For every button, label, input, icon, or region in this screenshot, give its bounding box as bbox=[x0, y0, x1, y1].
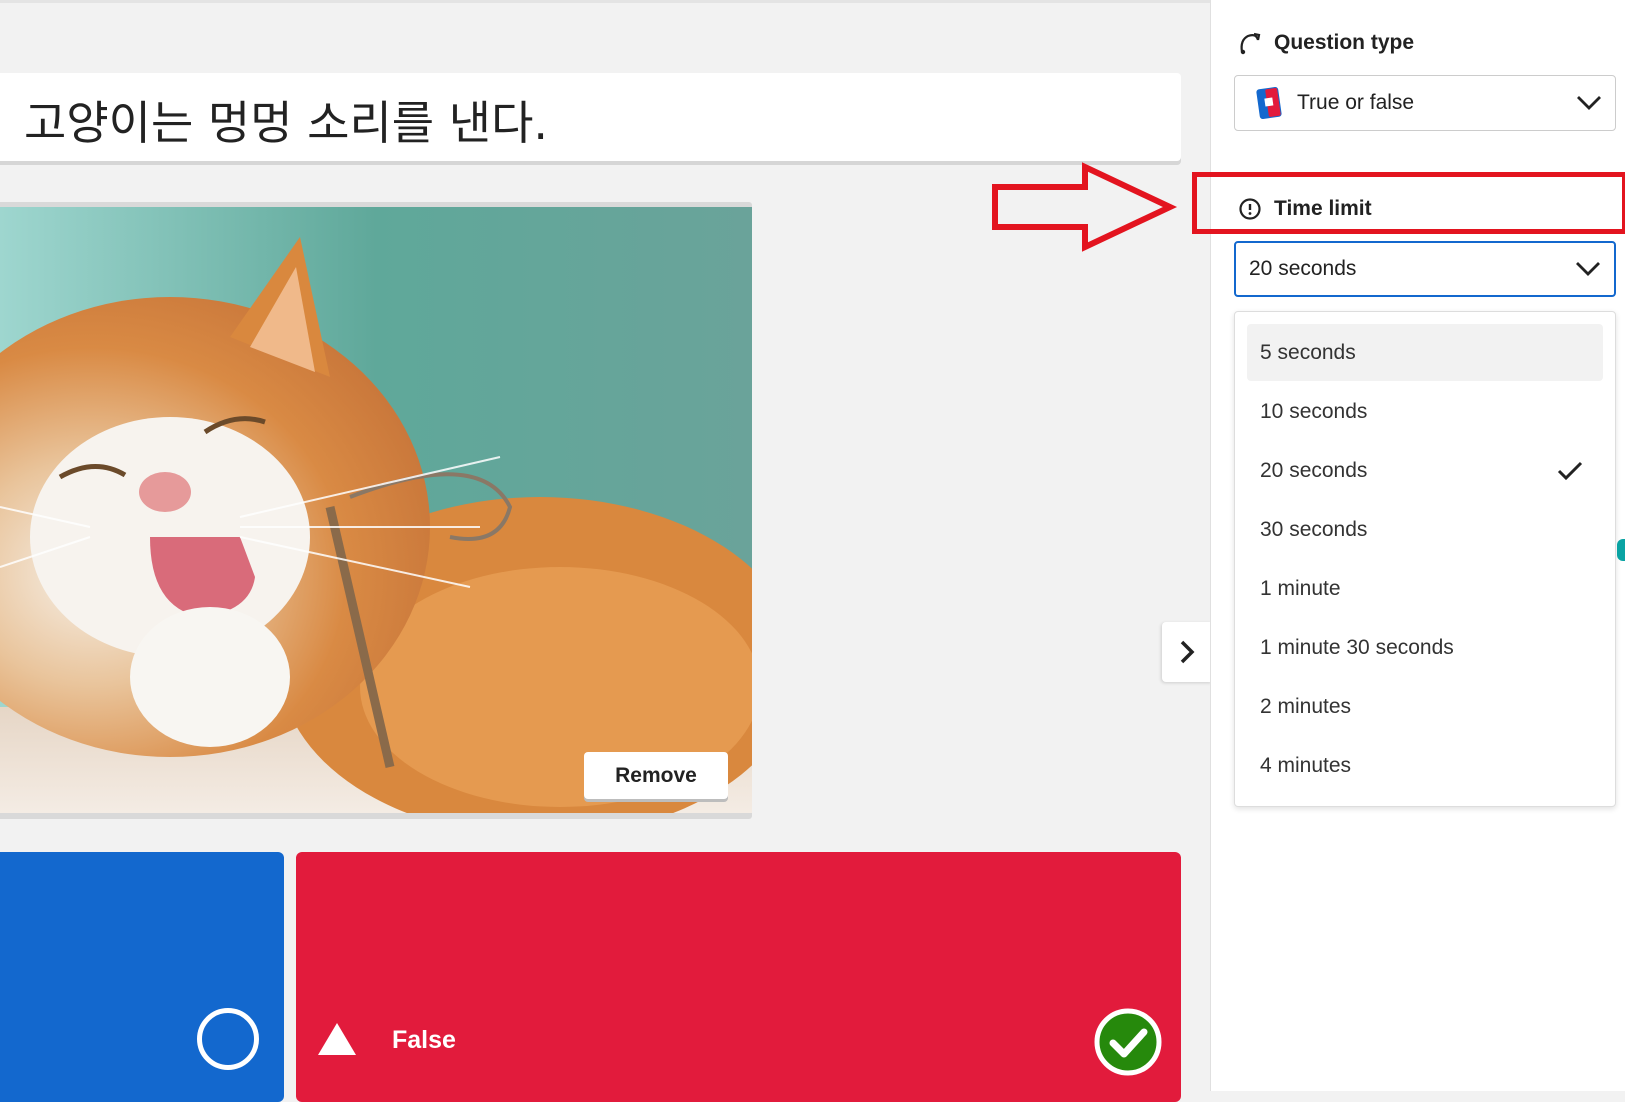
question-type-icon bbox=[1240, 32, 1261, 55]
time-limit-option-selected[interactable]: 20 seconds bbox=[1247, 442, 1603, 499]
chevron-down-icon bbox=[1577, 96, 1601, 110]
option-label: 30 seconds bbox=[1260, 517, 1368, 541]
cat-image bbox=[0, 207, 752, 813]
option-label: 10 seconds bbox=[1260, 399, 1368, 423]
time-limit-option[interactable]: 30 seconds bbox=[1247, 501, 1603, 558]
top-divider bbox=[0, 0, 1210, 3]
time-limit-select[interactable]: 20 seconds bbox=[1234, 241, 1616, 297]
answer-false-label: False bbox=[392, 1026, 456, 1054]
time-limit-value: 20 seconds bbox=[1249, 257, 1357, 280]
question-type-label: Question type bbox=[1274, 31, 1415, 54]
triangle-icon bbox=[318, 1023, 356, 1055]
remove-image-button[interactable]: Remove bbox=[584, 752, 728, 799]
time-limit-option[interactable]: 4 minutes bbox=[1247, 737, 1603, 794]
chevron-down-icon bbox=[1576, 262, 1600, 276]
checkmark-icon bbox=[1557, 461, 1583, 480]
option-label: 1 minute bbox=[1260, 576, 1341, 600]
option-label: 5 seconds bbox=[1260, 340, 1356, 364]
question-title-field[interactable]: 고양이는 멍멍 소리를 낸다. bbox=[0, 73, 1181, 161]
question-type-heading: Question type bbox=[1238, 30, 1414, 56]
time-limit-option[interactable]: 5 seconds bbox=[1247, 324, 1603, 381]
question-title-text: 고양이는 멍멍 소리를 낸다. bbox=[24, 96, 549, 150]
question-type-select[interactable]: True or false bbox=[1234, 75, 1616, 131]
question-type-value: True or false bbox=[1297, 91, 1415, 114]
option-label: 4 minutes bbox=[1260, 753, 1352, 777]
correct-check-icon[interactable] bbox=[1094, 1008, 1162, 1076]
edge-indicator bbox=[1617, 539, 1625, 561]
mark-correct-circle-icon[interactable] bbox=[197, 1008, 259, 1070]
annotation-arrow-icon bbox=[992, 162, 1178, 252]
collapse-sidebar-button[interactable] bbox=[1162, 622, 1212, 682]
time-limit-option[interactable]: 2 minutes bbox=[1247, 678, 1603, 735]
true-false-icon bbox=[1256, 87, 1282, 119]
option-label: 2 minutes bbox=[1260, 694, 1352, 718]
option-label: 1 minute 30 seconds bbox=[1260, 635, 1454, 659]
option-label: 20 seconds bbox=[1260, 458, 1368, 482]
time-limit-option[interactable]: 10 seconds bbox=[1247, 383, 1603, 440]
answer-false-tile[interactable] bbox=[296, 852, 1181, 1102]
annotation-highlight-box bbox=[1192, 172, 1625, 234]
time-limit-option[interactable]: 1 minute bbox=[1247, 560, 1603, 617]
time-limit-dropdown: 5 seconds 10 seconds 20 seconds 30 secon… bbox=[1234, 311, 1616, 807]
time-limit-option[interactable]: 1 minute 30 seconds bbox=[1247, 619, 1603, 676]
chevron-right-icon bbox=[1180, 640, 1195, 664]
